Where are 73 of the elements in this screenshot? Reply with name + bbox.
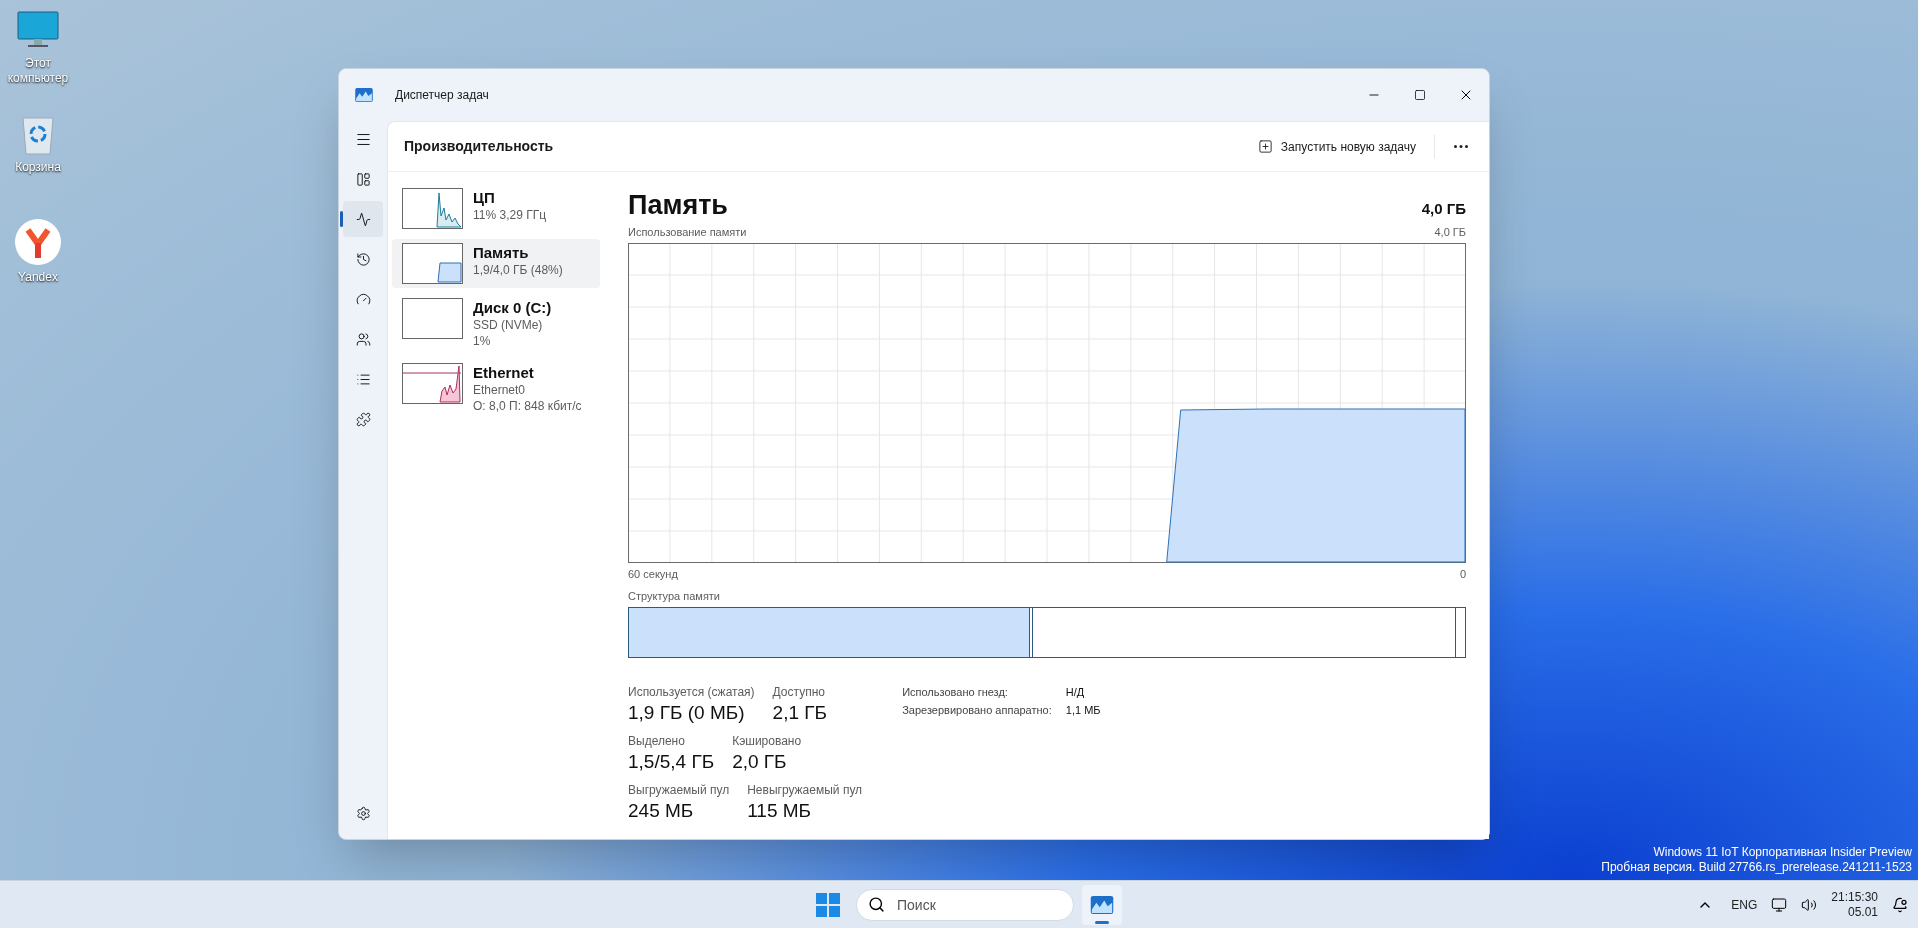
stat-value: 115 МБ bbox=[747, 798, 813, 823]
stat-label: Выделено bbox=[628, 732, 686, 749]
gauge-icon bbox=[355, 291, 371, 307]
history-icon bbox=[355, 251, 371, 267]
stat-value: 2,1 ГБ bbox=[772, 700, 828, 725]
memory-total: 4,0 ГБ bbox=[1421, 198, 1466, 219]
device-item[interactable]: Память 1,9/4,0 ГБ (48%) bbox=[392, 239, 600, 288]
axis-start-label: 60 секунд bbox=[628, 566, 678, 582]
app-logo-icon bbox=[1090, 895, 1114, 914]
device-item[interactable]: Диск 0 (C:) SSD (NVMe) 1% bbox=[392, 294, 600, 353]
shortcut-label: Yandex bbox=[18, 270, 58, 285]
windows-logo-icon bbox=[816, 892, 840, 917]
shortcut-label: Этот компьютер bbox=[6, 56, 70, 86]
search-field[interactable]: Поиск bbox=[856, 888, 1074, 921]
pulse-icon bbox=[355, 211, 371, 227]
stat-label: Невыгружаемый пул bbox=[747, 781, 863, 798]
search-icon bbox=[868, 895, 885, 913]
device-sparkline bbox=[402, 188, 463, 229]
users-icon bbox=[355, 331, 371, 347]
device-detail: О: 8,0 П: 848 кбит/с bbox=[473, 398, 582, 414]
network-icon[interactable] bbox=[1771, 896, 1788, 913]
device-detail: 11% 3,29 ГГц bbox=[473, 207, 547, 223]
stat-label: Кэшировано bbox=[732, 732, 802, 749]
nav-tab[interactable] bbox=[343, 201, 383, 237]
build-info-text: Windows 11 IoT Корпоративная Insider Preview bbox=[1653, 845, 1912, 860]
device-item[interactable]: Ethernet Ethernet0 О: 8,0 П: 848 кбит/с bbox=[392, 359, 600, 418]
detail-label: Зарезервировано аппаратно: bbox=[902, 702, 1052, 718]
device-name: Ethernet bbox=[473, 363, 535, 382]
device-detail: 1,9/4,0 ГБ (48%) bbox=[473, 262, 563, 278]
build-info-text: Пробная версия. Build 27766.rs_prerelease.241211-1523 bbox=[1601, 860, 1912, 875]
page-title: Производительность bbox=[404, 137, 554, 156]
shortcut-label: Корзина bbox=[15, 160, 61, 175]
detail-value: Н/Д bbox=[1065, 684, 1086, 700]
puzzle-icon bbox=[355, 411, 371, 427]
stat-value: 2,0 ГБ bbox=[732, 749, 788, 774]
clock[interactable]: 21:15:30 05.01 bbox=[1831, 889, 1878, 920]
device-detail: SSD (NVMe) bbox=[473, 317, 544, 333]
panels-icon bbox=[355, 171, 371, 187]
maximize-icon bbox=[1414, 89, 1426, 101]
list-icon bbox=[355, 371, 371, 387]
detail-value: 1,1 МБ bbox=[1065, 702, 1101, 718]
language-indicator[interactable]: ENG bbox=[1731, 895, 1758, 914]
stat-value: 1,9 ГБ (0 МБ) bbox=[628, 700, 746, 725]
settings-icon bbox=[355, 805, 371, 821]
volume-icon[interactable] bbox=[1801, 896, 1818, 913]
device-item[interactable]: ЦП 11% 3,29 ГГц bbox=[392, 184, 600, 233]
axis-end-label: 0 bbox=[1459, 566, 1466, 582]
resource-title: Память bbox=[628, 189, 728, 222]
stat-label: Выгружаемый пул bbox=[628, 781, 730, 798]
device-sparkline bbox=[402, 243, 463, 284]
device-detail: Ethernet0 bbox=[473, 382, 527, 398]
graph-label: Использование памяти bbox=[628, 225, 747, 240]
stat-value: 245 МБ bbox=[628, 798, 695, 823]
device-sparkline bbox=[402, 363, 463, 404]
structure-label: Структура памяти bbox=[628, 589, 722, 604]
device-detail: 1% bbox=[473, 333, 492, 349]
new-task-button[interactable]: Запустить новую задачу bbox=[1249, 130, 1424, 163]
graph-max-label: 4,0 ГБ bbox=[1434, 225, 1466, 240]
more-icon bbox=[1454, 145, 1468, 148]
taskbar-app-button[interactable] bbox=[1082, 884, 1122, 925]
stat-label: Используется (сжатая) bbox=[628, 683, 755, 700]
stat-value: 1,5/5,4 ГБ bbox=[628, 749, 715, 774]
browser-icon bbox=[14, 218, 62, 266]
device-sparkline bbox=[402, 298, 463, 339]
stat-label: Доступно bbox=[772, 683, 826, 700]
device-name: Память bbox=[473, 243, 530, 262]
notifications-icon[interactable] bbox=[1892, 896, 1908, 913]
window-title: Диспетчер задач bbox=[395, 87, 489, 104]
app-logo-icon bbox=[355, 88, 373, 102]
detail-label: Использовано гнезд: bbox=[902, 684, 1009, 700]
add-task-icon bbox=[1257, 139, 1273, 154]
device-name: Диск 0 (C:) bbox=[473, 298, 552, 317]
device-name: ЦП bbox=[473, 188, 496, 207]
